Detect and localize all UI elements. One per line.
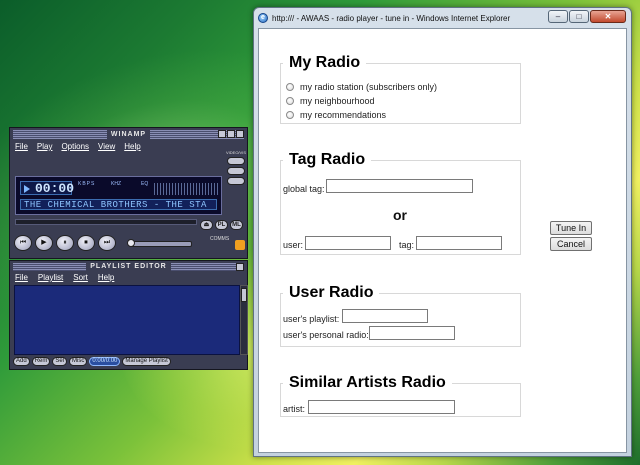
- scroll-thumb-icon[interactable]: [241, 288, 247, 302]
- toggle-buttons: ⏏ PL ML: [200, 220, 243, 230]
- winamp-main-window: WINAMP File Play Options View Help 00:00…: [9, 127, 248, 259]
- play-indicator-icon: [24, 185, 30, 193]
- playlist-area[interactable]: [14, 285, 240, 355]
- eject-button[interactable]: ⏏: [200, 220, 213, 230]
- artist-input[interactable]: [308, 400, 455, 414]
- maximize-button[interactable]: □: [569, 10, 589, 23]
- vis-button[interactable]: [227, 167, 245, 175]
- pause-button[interactable]: ⏸: [56, 235, 74, 251]
- playlist-time-display: 0:00/0:00: [89, 357, 121, 366]
- playlist-bottom-bar: Add Rem Sel Misc 0:00/0:00 Manage Playli…: [13, 357, 171, 366]
- ie-logo-icon: e: [258, 13, 268, 23]
- visualizer[interactable]: [154, 183, 218, 195]
- winamp-menu-help[interactable]: Help: [124, 142, 140, 152]
- tag-label: tag:: [399, 240, 415, 250]
- winamp-menubar: File Play Options View Help: [10, 139, 247, 152]
- tune-in-button[interactable]: Tune In: [550, 221, 592, 235]
- page-content: My Radio my radio station (subscribers o…: [258, 28, 627, 453]
- radio-my-station[interactable]: my radio station (subscribers only): [286, 82, 437, 92]
- kbps-label: KBPS: [78, 181, 96, 187]
- playlist-title: PLAYLIST EDITOR: [86, 263, 171, 271]
- video-vis-label: VIDEO/VIS: [225, 150, 246, 155]
- artist-label: artist:: [283, 404, 306, 414]
- time-value: 00:00: [35, 181, 75, 196]
- user-radio-heading: User Radio: [289, 284, 374, 301]
- shade-icon[interactable]: [227, 130, 235, 138]
- minimize-button[interactable]: –: [548, 10, 568, 23]
- comms-label: COMMS: [210, 236, 230, 242]
- ie-window: e http:/// - AWAAS - radio player - tune…: [253, 7, 632, 457]
- video-button[interactable]: [227, 157, 245, 165]
- remove-button[interactable]: Rem: [31, 357, 51, 366]
- winamp-side-panel: VIDEO/VIS: [225, 150, 247, 187]
- seek-bar[interactable]: [15, 219, 197, 225]
- global-tag-label: global tag:: [283, 184, 325, 194]
- close-icon[interactable]: [236, 130, 244, 138]
- playlist-titlebar[interactable]: PLAYLIST EDITOR: [13, 263, 244, 271]
- playlist-toggle-button[interactable]: PL: [215, 220, 228, 230]
- user-playlist-input[interactable]: [342, 309, 428, 323]
- volume-knob-icon[interactable]: [127, 239, 135, 247]
- winamp-menu-file[interactable]: File: [15, 142, 28, 152]
- winamp-titlebar[interactable]: WINAMP: [13, 130, 244, 139]
- volume-slider[interactable]: [127, 239, 192, 247]
- playlist-editor-window: PLAYLIST EDITOR File Playlist Sort Help …: [9, 260, 248, 370]
- user-label: user:: [283, 240, 304, 250]
- personal-radio-input[interactable]: [369, 326, 455, 340]
- select-button[interactable]: Sel: [52, 357, 68, 366]
- winamp-menu-options[interactable]: Options: [61, 142, 89, 152]
- vis-menu-button[interactable]: [227, 177, 245, 185]
- winamp-menu-play[interactable]: Play: [37, 142, 53, 152]
- next-button[interactable]: ⏭: [98, 235, 116, 251]
- ie-titlebar[interactable]: e http:/// - AWAAS - radio player - tune…: [254, 8, 631, 28]
- playlist-menu-playlist[interactable]: Playlist: [38, 273, 63, 283]
- khz-label: KHZ: [111, 181, 121, 187]
- radio-label: my neighbourhood: [300, 96, 375, 106]
- manage-playlist-button[interactable]: Manage Playlist: [122, 357, 171, 366]
- tag-input[interactable]: [416, 236, 502, 250]
- radio-recommendations[interactable]: my recommendations: [286, 110, 386, 120]
- radio-neighbourhood[interactable]: my neighbourhood: [286, 96, 375, 106]
- radio-label: my recommendations: [300, 110, 387, 120]
- similar-artists-heading: Similar Artists Radio: [289, 374, 446, 391]
- radio-button-icon[interactable]: [286, 111, 294, 119]
- global-tag-input[interactable]: [326, 179, 473, 193]
- radio-button-icon[interactable]: [286, 97, 294, 105]
- media-library-button[interactable]: ML: [230, 220, 243, 230]
- personal-radio-label: user's personal radio:: [283, 330, 369, 340]
- playlist-menu-sort[interactable]: Sort: [73, 273, 88, 283]
- close-icon[interactable]: [236, 263, 244, 271]
- add-button[interactable]: Add: [13, 357, 30, 366]
- window-controls: – □ ✕: [548, 10, 626, 23]
- playlist-menu-file[interactable]: File: [15, 273, 28, 283]
- winamp-logo-icon[interactable]: [235, 240, 245, 250]
- my-radio-heading: My Radio: [289, 54, 361, 71]
- or-separator: or: [393, 207, 407, 223]
- eq-label: EQ: [141, 181, 149, 187]
- misc-button[interactable]: Misc: [69, 357, 88, 366]
- minimize-icon[interactable]: [218, 130, 226, 138]
- cancel-button[interactable]: Cancel: [550, 237, 592, 251]
- playlist-menu-help[interactable]: Help: [98, 273, 114, 283]
- winamp-title: WINAMP: [106, 130, 151, 139]
- user-input[interactable]: [305, 236, 391, 250]
- transport-controls: ⏮ ▶ ⏸ ⏹ ⏭: [14, 235, 116, 251]
- close-button[interactable]: ✕: [590, 10, 626, 23]
- radio-label: my radio station (subscribers only): [300, 82, 438, 92]
- playlist-scrollbar[interactable]: [240, 285, 248, 355]
- time-display[interactable]: 00:00: [20, 181, 75, 196]
- playlist-menubar: File Playlist Sort Help: [10, 271, 247, 283]
- stop-button[interactable]: ⏹: [77, 235, 95, 251]
- window-title: http:/// - AWAAS - radio player - tune i…: [272, 13, 511, 23]
- previous-button[interactable]: ⏮: [14, 235, 32, 251]
- radio-button-icon[interactable]: [286, 83, 294, 91]
- winamp-menu-view[interactable]: View: [98, 142, 115, 152]
- song-title-marquee[interactable]: THE CHEMICAL BROTHERS - THE STA: [20, 199, 217, 210]
- winamp-display: 00:00 KBPS KHZ EQ THE CHEMICAL BROTHERS …: [15, 176, 222, 215]
- play-button[interactable]: ▶: [35, 235, 53, 251]
- user-playlist-label: user's playlist:: [283, 314, 340, 324]
- tag-radio-heading: Tag Radio: [289, 151, 366, 168]
